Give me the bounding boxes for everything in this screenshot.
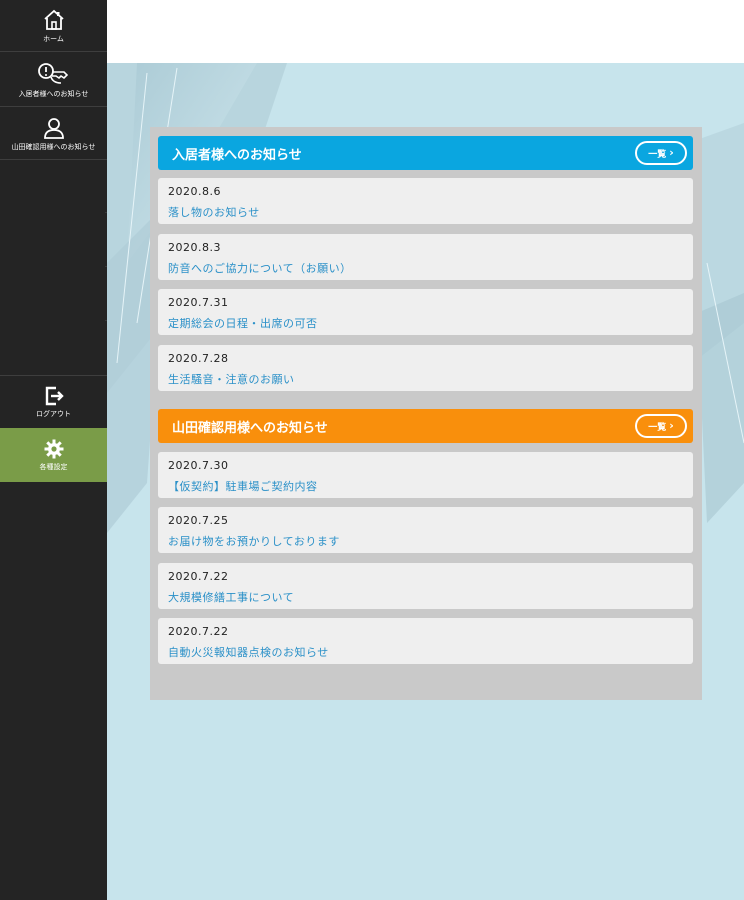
list-item[interactable]: 2020.7.22 自動火災報知器点検のお知らせ — [158, 618, 693, 664]
sidebar-item-user-notices[interactable]: 山田確認用様へのお知らせ — [0, 108, 107, 160]
notice-title[interactable]: 定期総会の日程・出席の可否 — [168, 315, 318, 331]
sidebar-item-label: 山田確認用様へのお知らせ — [11, 142, 96, 151]
key-notice-icon — [37, 62, 68, 84]
list-item[interactable]: 2020.7.31 定期総会の日程・出席の可否 — [158, 289, 693, 335]
section-title: 入居者様へのお知らせ — [172, 147, 302, 163]
notice-date: 2020.7.25 — [168, 514, 229, 527]
user-notices-header: 山田確認用様へのお知らせ 一覧 › — [158, 409, 693, 443]
list-item[interactable]: 2020.8.6 落し物のお知らせ — [158, 178, 693, 224]
list-item[interactable]: 2020.7.30 【仮契約】駐車場ご契約内容 — [158, 452, 693, 498]
header — [107, 0, 744, 63]
resident-notices-header: 入居者様へのお知らせ 一覧 › — [158, 136, 693, 170]
sidebar-item-label: 入居者様へのお知らせ — [18, 89, 89, 98]
chevron-right-icon: › — [669, 146, 674, 159]
logout-icon — [45, 386, 64, 405]
sidebar-item-label: ログアウト — [36, 409, 71, 418]
view-all-button[interactable]: 一覧 › — [635, 414, 687, 438]
sidebar-item-settings[interactable]: 各種設定 — [0, 428, 107, 482]
list-item[interactable]: 2020.7.28 生活騒音・注意のお願い — [158, 345, 693, 391]
sidebar: ホーム 入居者様へのお知らせ 山田確認用様へのお知らせ ログアウト 各種設定 — [0, 0, 107, 900]
view-all-button[interactable]: 一覧 › — [635, 141, 687, 165]
user-icon — [43, 117, 64, 139]
list-item[interactable]: 2020.7.22 大規模修繕工事について — [158, 563, 693, 609]
gear-icon — [44, 439, 63, 459]
sidebar-item-resident-notices[interactable]: 入居者様へのお知らせ — [0, 53, 107, 107]
chevron-right-icon: › — [669, 419, 674, 432]
sidebar-item-label: 各種設定 — [39, 463, 68, 471]
notice-title[interactable]: お届け物をお預かりしております — [168, 533, 340, 549]
button-label: 一覧 — [648, 422, 667, 433]
notice-date: 2020.7.22 — [168, 570, 229, 583]
notice-title[interactable]: 【仮契約】駐車場ご契約内容 — [168, 478, 318, 494]
notice-title[interactable]: 防音へのご協力について（お願い） — [168, 260, 352, 276]
list-item[interactable]: 2020.7.25 お届け物をお預かりしております — [158, 507, 693, 553]
notice-title[interactable]: 自動火災報知器点検のお知らせ — [168, 644, 329, 660]
logout-button[interactable]: ログアウト — [0, 375, 107, 427]
section-title: 山田確認用様へのお知らせ — [172, 420, 328, 436]
notice-date: 2020.8.3 — [168, 241, 221, 254]
list-item[interactable]: 2020.8.3 防音へのご協力について（お願い） — [158, 234, 693, 280]
sidebar-item-label: ホーム — [43, 34, 64, 43]
notice-date: 2020.8.6 — [168, 185, 221, 198]
notice-date: 2020.7.22 — [168, 625, 229, 638]
notice-date: 2020.7.30 — [168, 459, 229, 472]
home-icon — [43, 9, 64, 30]
button-label: 一覧 — [648, 149, 667, 160]
notice-date: 2020.7.31 — [168, 296, 229, 309]
notice-title[interactable]: 生活騒音・注意のお願い — [168, 371, 295, 387]
notice-title[interactable]: 大規模修繕工事について — [168, 589, 294, 605]
notice-date: 2020.7.28 — [168, 352, 229, 365]
notice-title[interactable]: 落し物のお知らせ — [168, 204, 260, 220]
sidebar-item-home[interactable]: ホーム — [0, 0, 107, 52]
